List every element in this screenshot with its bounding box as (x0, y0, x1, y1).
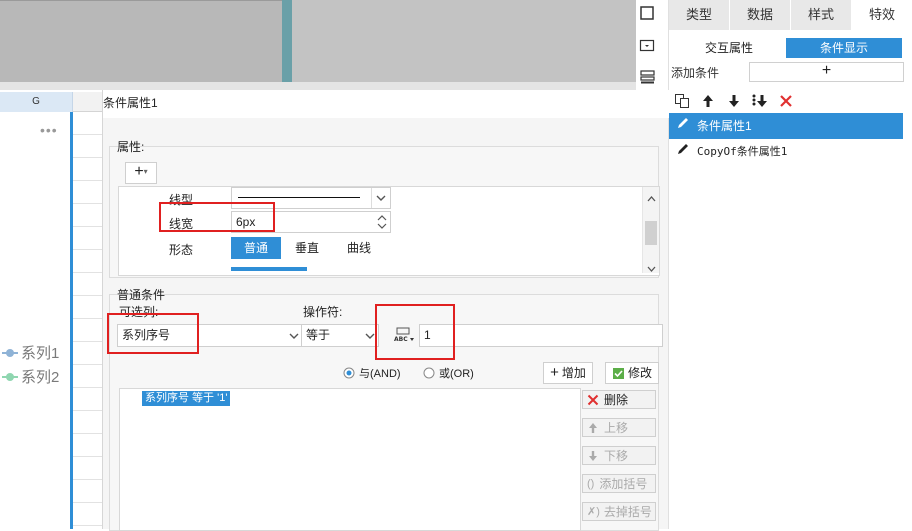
widget-icon[interactable] (636, 34, 658, 56)
dialog-title: 条件属性1 (103, 90, 669, 118)
highlight-value (375, 304, 455, 360)
legend-marker-icon (2, 348, 18, 357)
chevron-down-icon: ▾ (143, 167, 148, 176)
remove-bracket-button[interactable]: ✗) 去掉括号 (582, 502, 656, 521)
radio-checked-icon (343, 367, 355, 379)
add-condition-label: 添加条件 (671, 66, 720, 80)
chevron-down-icon (286, 325, 302, 346)
condition-group-label: 普通条件 (117, 288, 166, 302)
delete-icon (587, 394, 599, 405)
highlight-line-width (159, 202, 275, 232)
plus-icon: + (550, 364, 559, 381)
logic-or-option[interactable]: 或(OR) (423, 365, 474, 381)
subtab-interaction[interactable]: 交互属性 (672, 38, 786, 58)
tab-data[interactable]: 数据 (730, 0, 790, 30)
chevron-down-icon[interactable] (647, 261, 656, 275)
tab-effects[interactable]: 特效 (852, 0, 912, 30)
move-up-label: 上移 (604, 421, 629, 435)
delete-icon[interactable] (777, 92, 795, 110)
spinner-icon[interactable] (374, 212, 390, 232)
line-preview (238, 197, 360, 198)
edit-icon[interactable] (669, 139, 697, 165)
partial-row-indicator (231, 267, 307, 271)
sheet-column-header: G (0, 92, 102, 112)
chevron-up-icon[interactable] (647, 191, 656, 205)
condition-toolbar (673, 90, 795, 112)
legend-marker-icon (2, 372, 18, 381)
move-down-button[interactable]: 下移 (582, 446, 656, 465)
delete-condition-button[interactable]: 删除 (582, 390, 656, 409)
legend-item-series1: 系列1 (2, 342, 59, 363)
remove-bracket-icon: ✗) (587, 506, 600, 518)
subtab-condition-display[interactable]: 条件显示 (786, 38, 902, 58)
more-icon[interactable]: ••• (40, 122, 58, 138)
condition-value-input[interactable]: 1 (419, 324, 663, 347)
property-scrollbar[interactable] (642, 187, 659, 273)
report-canvas-top (0, 0, 636, 90)
property-group-label: 属性: (117, 140, 145, 154)
chart-selection-border (70, 112, 73, 529)
operator-value: 等于 (306, 328, 331, 342)
add-condition-button[interactable]: + (749, 62, 904, 82)
shape-option-normal[interactable]: 普通 (231, 237, 281, 259)
logic-or-label: 或(OR) (439, 368, 474, 380)
canvas-divider (282, 0, 292, 82)
copy-icon[interactable] (673, 92, 691, 110)
condition-property-dialog: 条件属性1 属性: +▾ 线型 线宽 6px 形态 普通 垂直 曲线 普通条件 … (102, 90, 669, 531)
add-property-button[interactable]: +▾ (125, 162, 157, 184)
canvas-scroll-strip (0, 82, 636, 90)
condition-item-label: 条件属性1 (697, 119, 752, 133)
plus-icon: + (134, 163, 144, 181)
add-bracket-label: 添加括号 (599, 477, 648, 491)
edit-icon[interactable] (669, 113, 697, 139)
shape-segmented: 普通 垂直 曲线 (231, 237, 385, 259)
move-bottom-icon[interactable] (751, 92, 769, 110)
bracket-icon: () (587, 477, 595, 490)
move-up-button[interactable]: 上移 (582, 418, 656, 437)
chevron-down-icon (371, 188, 390, 208)
condition-list-item[interactable]: 系列序号 等于 '1' (142, 391, 231, 406)
tab-style[interactable]: 样式 (791, 0, 851, 30)
logic-and-label: 与(AND) (359, 368, 401, 380)
condition-item[interactable]: CopyOf条件属性1 (669, 139, 903, 165)
condition-list: 系列序号 等于 '1' (119, 388, 581, 531)
sheet-body: ••• 系列1 系列2 (0, 112, 102, 529)
remove-bracket-label: 去掉括号 (603, 505, 652, 519)
add-condition-rule-button[interactable]: + 增加 (543, 362, 593, 384)
shape-option-curve[interactable]: 曲线 (333, 237, 385, 259)
scrollbar-thumb[interactable] (645, 221, 657, 245)
logic-and-option[interactable]: 与(AND) (343, 365, 401, 381)
legend-item-series2: 系列2 (2, 366, 59, 387)
arrow-down-icon (589, 450, 597, 461)
modify-button-label: 修改 (627, 366, 652, 380)
add-button-label: 增加 (561, 366, 586, 380)
condition-item-label: CopyOf条件属性1 (697, 145, 788, 158)
condition-item[interactable]: 条件属性1 (669, 113, 903, 139)
highlight-column (107, 313, 199, 354)
layer-icon[interactable] (636, 66, 658, 88)
sheet-grid (73, 112, 102, 529)
operator-select[interactable]: 等于 (301, 324, 379, 347)
delete-button-label: 删除 (604, 393, 629, 407)
add-bracket-button[interactable]: () 添加括号 (582, 474, 656, 493)
frame-icon[interactable] (636, 2, 658, 24)
right-property-panel: 类型 数据 样式 特效 交互属性 条件显示 添加条件 + 条件属性1 CopyO (668, 0, 912, 529)
column-header-g[interactable]: G (0, 92, 73, 112)
legend-label: 系列2 (21, 369, 60, 386)
shape-label: 形态 (169, 243, 194, 257)
move-down-icon[interactable] (725, 92, 743, 110)
radio-unchecked-icon (423, 367, 435, 379)
modify-icon (612, 367, 624, 379)
modify-condition-button[interactable]: 修改 (605, 362, 659, 384)
move-up-icon[interactable] (699, 92, 717, 110)
tab-type[interactable]: 类型 (669, 0, 729, 30)
move-down-label: 下移 (604, 449, 629, 463)
shape-option-vertical[interactable]: 垂直 (281, 237, 333, 259)
operator-label: 操作符: (303, 305, 343, 319)
legend-label: 系列1 (21, 345, 60, 362)
canvas-area-right (292, 0, 636, 82)
arrow-up-icon (589, 422, 597, 433)
